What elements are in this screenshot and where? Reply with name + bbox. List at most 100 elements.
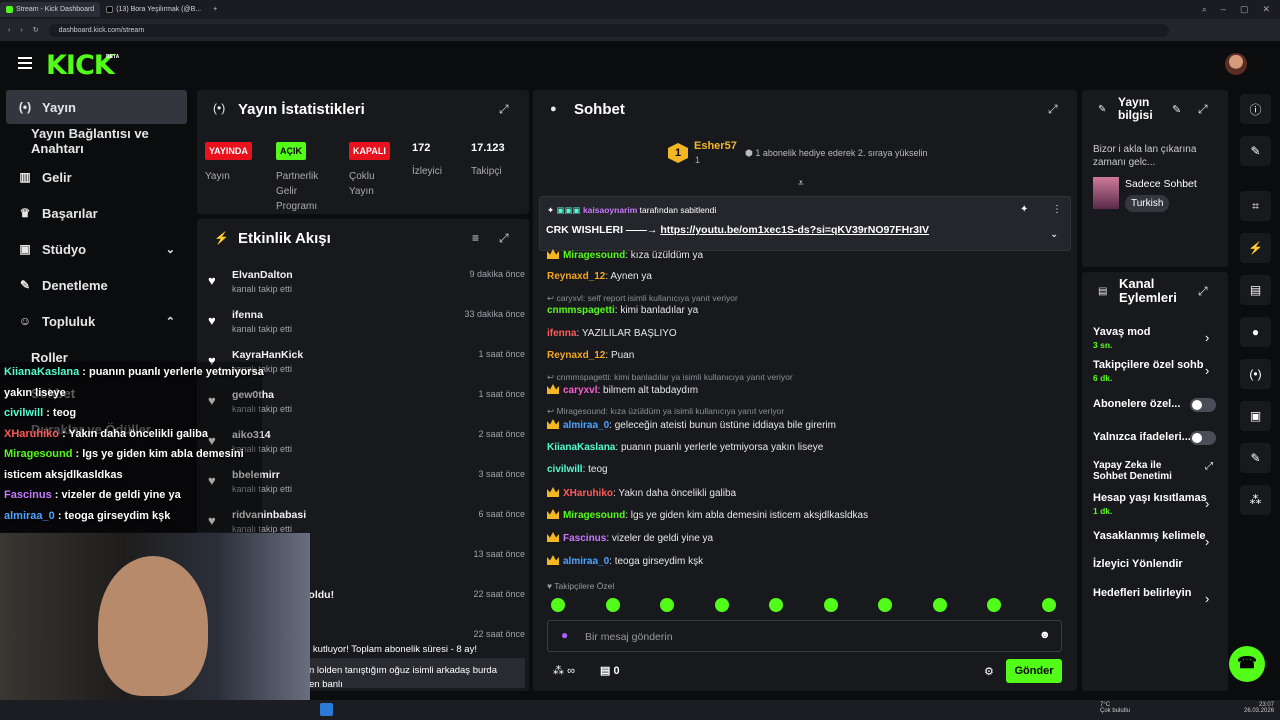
- points-display[interactable]: ⁂ ∞: [553, 664, 575, 677]
- activity-title: Etkinlik Akışı: [238, 230, 331, 247]
- chat-username[interactable]: Miragesound: [563, 250, 625, 261]
- maximize-icon[interactable]: ▢: [1240, 4, 1249, 15]
- expand-icon[interactable]: ⤢: [499, 231, 509, 246]
- send-button[interactable]: Gönder: [1006, 659, 1062, 683]
- reload-icon[interactable]: ↻: [33, 26, 39, 34]
- sidebar-item-stream-key[interactable]: Yayın Bağlantısı ve Anahtarı: [6, 124, 187, 158]
- emote-icon[interactable]: [605, 598, 620, 612]
- toggle-switch[interactable]: [1190, 398, 1216, 412]
- channel-action-label[interactable]: Yasaklanmış kelimele: [1093, 530, 1206, 542]
- unpin-icon[interactable]: ✦: [1020, 204, 1028, 215]
- top-gifter-count: 1: [695, 155, 701, 165]
- activity-user[interactable]: KayraHanKick: [232, 349, 303, 361]
- chevron-right-icon[interactable]: ›: [1205, 330, 1209, 345]
- sidebar-item-yayin[interactable]: (•) Yayın: [6, 90, 187, 124]
- crop-icon[interactable]: ⌗: [1240, 191, 1271, 221]
- channel-action-label[interactable]: Yapay Zeka ile Sohbet Denetimi: [1093, 460, 1183, 482]
- chevron-right-icon[interactable]: ›: [1205, 591, 1209, 606]
- channel-action-label[interactable]: Yalnızca ifadeleri...: [1093, 431, 1191, 443]
- layout-icon[interactable]: ▣: [1240, 401, 1271, 431]
- share-icon[interactable]: ⁂: [1240, 485, 1271, 515]
- minimize-icon[interactable]: –: [1221, 4, 1226, 15]
- channel-action-label[interactable]: İzleyici Yönlendir: [1093, 558, 1183, 570]
- support-button[interactable]: ☎: [1229, 646, 1265, 682]
- tab-x[interactable]: (13) Bora Yeşilırmak (@B...: [100, 2, 207, 17]
- emote-icon[interactable]: [878, 598, 892, 612]
- expand-icon[interactable]: ⤢: [1048, 102, 1058, 117]
- sidebar-item-studyo[interactable]: ▣ Stüdyo ⌄: [6, 232, 187, 266]
- sidebar-item-gelir[interactable]: ▥ Gelir: [6, 160, 187, 194]
- top-gifter-name[interactable]: Esher57: [694, 140, 737, 152]
- activity-user[interactable]: ifenna: [232, 309, 263, 321]
- chat-username[interactable]: cnmmspagetti: [547, 305, 615, 316]
- chat-username[interactable]: ifenna: [547, 328, 576, 339]
- pinned-link[interactable]: https://youtu.be/om1xec1S-ds?si=qKV39rNO…: [660, 224, 929, 236]
- chat-username[interactable]: Fascinus: [563, 533, 606, 544]
- url-input[interactable]: dashboard.kick.com/stream: [48, 23, 1169, 37]
- new-tab-button[interactable]: +: [207, 2, 223, 17]
- menu-icon[interactable]: [18, 57, 32, 69]
- close-icon[interactable]: ✕: [1262, 4, 1270, 15]
- chat-username[interactable]: Miragesound: [563, 510, 625, 521]
- chevron-down-icon[interactable]: ⌄: [1050, 229, 1058, 240]
- expand-icon[interactable]: ⤢: [1198, 284, 1208, 299]
- chat-username[interactable]: caryxvl: [563, 385, 597, 396]
- emote-icon[interactable]: [714, 598, 729, 612]
- broadcast-icon[interactable]: (•): [1240, 359, 1271, 389]
- chevron-right-icon[interactable]: ›: [1205, 363, 1209, 378]
- external-link-icon[interactable]: ⤢: [1205, 461, 1213, 472]
- document-icon[interactable]: ▤: [1240, 275, 1271, 305]
- channel-action-label[interactable]: Abonelere özel...: [1093, 398, 1180, 410]
- emote-icon[interactable]: [1041, 598, 1056, 612]
- bolt-icon[interactable]: ⚡: [1240, 233, 1271, 263]
- channel-action-label[interactable]: Takipçilere özel sohb: [1093, 359, 1203, 371]
- overlay-chat-line: XHaruhiko : Yakın daha öncelikli galiba: [4, 427, 208, 440]
- chat-username[interactable]: Reynaxd_12: [547, 271, 605, 282]
- emote-icon[interactable]: [987, 598, 1001, 612]
- mic-icon[interactable]: ●: [561, 628, 568, 642]
- emote-icon[interactable]: [769, 598, 783, 612]
- edit-icon[interactable]: ✎: [1172, 103, 1181, 116]
- emote-icon[interactable]: [660, 598, 674, 612]
- chat-username[interactable]: almiraa_0: [563, 420, 609, 431]
- avatar[interactable]: [1225, 53, 1247, 75]
- more-icon[interactable]: ⋮: [1052, 204, 1062, 215]
- channel-action-label[interactable]: Yavaş mod: [1093, 326, 1150, 338]
- emote-icon[interactable]: [823, 598, 838, 612]
- back-icon[interactable]: ‹: [8, 27, 10, 34]
- chevron-right-icon[interactable]: ›: [1205, 496, 1209, 511]
- kick-logo[interactable]: KICK: [46, 50, 115, 81]
- emote-icon[interactable]: [932, 598, 947, 612]
- chevron-right-icon[interactable]: ›: [1205, 534, 1209, 549]
- collapse-icon[interactable]: ⩡: [798, 178, 804, 189]
- sidebar-item-denetleme[interactable]: ✎ Denetleme: [6, 268, 187, 302]
- chat-icon[interactable]: ●: [1240, 317, 1271, 347]
- chat-username[interactable]: KiianaKaslana: [547, 442, 615, 453]
- search-icon[interactable]: ⌕: [1202, 4, 1207, 15]
- chat-message: civilwill: teog: [547, 464, 608, 475]
- chat-username[interactable]: Reynaxd_12: [547, 350, 605, 361]
- channel-action-label[interactable]: Hedefleri belirleyin: [1093, 587, 1191, 599]
- sidebar-item-basarilar[interactable]: ♛ Başarılar: [6, 196, 187, 230]
- expand-icon[interactable]: ⤢: [499, 102, 509, 117]
- chat-username[interactable]: almiraa_0: [563, 556, 609, 567]
- chat-username[interactable]: civilwill: [547, 464, 583, 475]
- emote-icon[interactable]: [551, 598, 565, 612]
- filter-icon[interactable]: ≡: [472, 231, 479, 245]
- activity-user[interactable]: ElvanDalton: [232, 269, 293, 281]
- wrench-icon[interactable]: ✎: [1240, 443, 1271, 473]
- kicks-display[interactable]: ▤ 0: [600, 664, 620, 677]
- gear-icon[interactable]: ⚙: [984, 665, 994, 678]
- category-name[interactable]: Sadece Sohbet: [1125, 178, 1197, 190]
- channel-action-label[interactable]: Hesap yaşı kısıtlamas: [1093, 492, 1207, 504]
- toggle-switch[interactable]: [1190, 431, 1216, 445]
- sidebar-item-topluluk[interactable]: ☺ Topluluk ⌃: [6, 304, 187, 338]
- start-icon[interactable]: [320, 703, 333, 716]
- pencil-icon[interactable]: ✎: [1240, 136, 1271, 166]
- emoji-icon[interactable]: ☻: [1039, 629, 1051, 641]
- tab-kick-dashboard[interactable]: Stream - Kick Dashboard: [0, 2, 101, 17]
- forward-icon[interactable]: ›: [20, 27, 22, 34]
- expand-icon[interactable]: ⤢: [1198, 102, 1208, 117]
- info-icon[interactable]: ⓘ: [1240, 94, 1271, 124]
- chat-username[interactable]: XHaruhiko: [563, 488, 613, 499]
